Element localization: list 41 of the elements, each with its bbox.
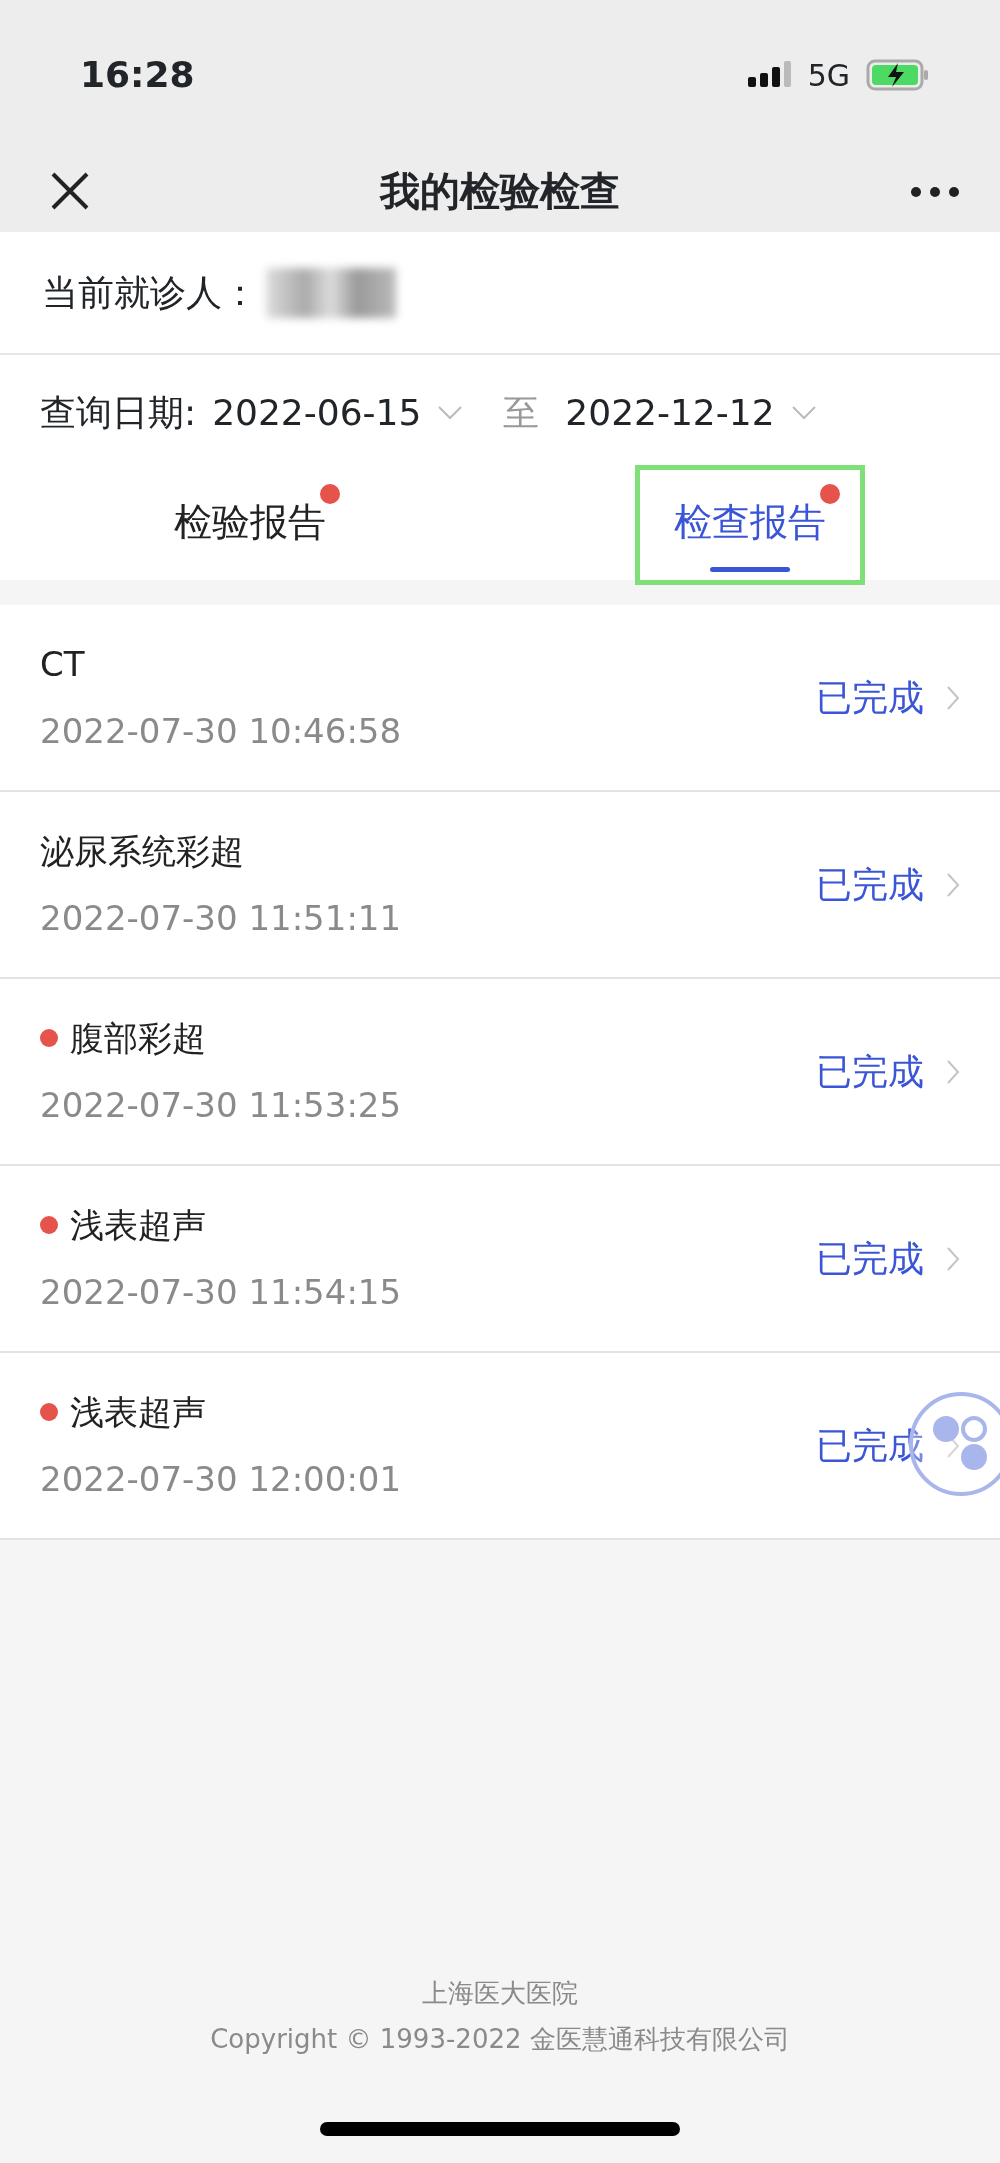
report-row[interactable]: 浅表超声 2022-07-30 11:54:15 已完成 xyxy=(0,1166,1000,1353)
chevron-right-icon xyxy=(946,1058,960,1085)
date-label: 查询日期: xyxy=(40,390,197,435)
date-separator: 至 xyxy=(503,390,540,435)
close-button[interactable] xyxy=(50,171,90,211)
report-name: CT xyxy=(40,642,85,686)
report-row[interactable]: 腹部彩超 2022-07-30 11:53:25 已完成 xyxy=(0,979,1000,1166)
report-name: 浅表超声 xyxy=(70,1203,206,1247)
end-date[interactable]: 2022-12-12 xyxy=(565,385,775,440)
report-time: 2022-07-30 11:53:25 xyxy=(40,1083,402,1127)
status-time: 16:28 xyxy=(80,53,195,97)
close-icon xyxy=(50,171,90,211)
report-row[interactable]: 泌尿系统彩超 2022-07-30 11:51:11 已完成 xyxy=(0,792,1000,979)
chevron-right-icon xyxy=(946,684,960,711)
tab[interactable]: 检验报告 xyxy=(140,470,360,580)
report-status: 已完成 xyxy=(816,1236,924,1281)
chevron-down-icon xyxy=(437,404,464,421)
report-name: 腹部彩超 xyxy=(70,1016,206,1060)
report-name: 浅表超声 xyxy=(70,1390,206,1434)
chevron-right-icon xyxy=(946,1245,960,1272)
copyright-text: Copyright © 1993-2022 金医慧通科技有限公司 xyxy=(209,2023,791,2056)
start-date[interactable]: 2022-06-15 xyxy=(212,385,422,440)
report-status: 已完成 xyxy=(816,862,924,907)
patient-label: 当前就诊人： xyxy=(42,270,258,315)
report-status: 已完成 xyxy=(816,1049,924,1094)
report-time: 2022-07-30 11:54:15 xyxy=(40,1270,402,1314)
battery-charging-icon xyxy=(866,59,930,91)
report-time: 2022-07-30 10:46:58 xyxy=(40,709,402,753)
report-status: 已完成 xyxy=(816,675,924,720)
more-icon xyxy=(910,185,960,198)
signal-icon xyxy=(747,61,792,89)
network-label: 5G xyxy=(807,56,850,95)
report-time: 2022-07-30 11:51:11 xyxy=(40,896,402,940)
chevron-right-icon xyxy=(946,871,960,898)
chevron-down-icon xyxy=(790,404,817,421)
page-title: 我的检验检查 xyxy=(380,167,620,216)
report-name: 泌尿系统彩超 xyxy=(40,829,244,873)
report-row[interactable]: CT 2022-07-30 10:46:58 已完成 xyxy=(0,605,1000,792)
report-time: 2022-07-30 12:00:01 xyxy=(40,1457,402,1501)
hospital-name: 上海医大医院 xyxy=(421,1977,579,2010)
tab[interactable]: 检查报告 xyxy=(640,470,860,580)
